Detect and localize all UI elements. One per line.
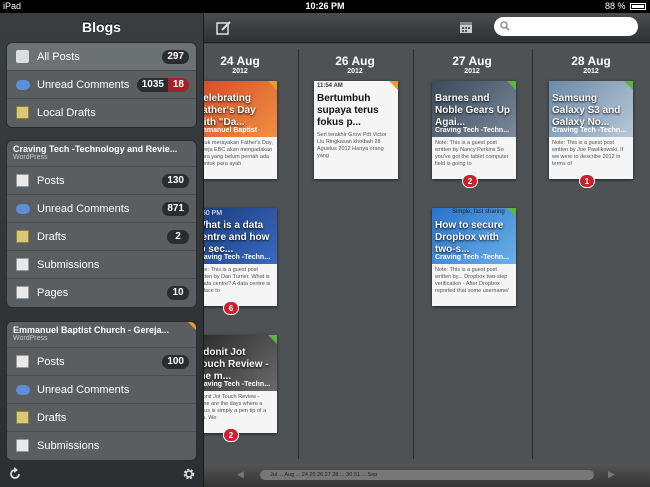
comment-badge: 1 bbox=[579, 174, 595, 188]
document-icon bbox=[16, 439, 29, 452]
sidebar-item-unread-comments[interactable]: Unread Comments 871 bbox=[7, 195, 196, 223]
blog-group-craving-tech: Craving Tech -Technology and Revie... Wo… bbox=[6, 140, 197, 308]
clock: 10:26 PM bbox=[305, 1, 345, 11]
bubble-icon bbox=[16, 80, 30, 90]
sidebar-item-pages[interactable]: Pages 10 bbox=[7, 279, 196, 307]
blog-header[interactable]: Craving Tech -Technology and Revie... Wo… bbox=[7, 141, 196, 167]
status-flag bbox=[624, 81, 633, 90]
prev-arrow-icon[interactable]: ◀ bbox=[237, 469, 244, 480]
sidebar-item-unread-comments[interactable]: Unread Comments bbox=[7, 376, 196, 404]
column-header-3: 27 Aug 2012 bbox=[452, 54, 492, 75]
refresh-icon[interactable] bbox=[8, 467, 22, 481]
timeline-scrubber[interactable]: ◀ Jul ... Aug ... 24 25 26 27 28 ... 30 … bbox=[203, 464, 650, 487]
blog-header[interactable]: Emmanuel Baptist Church - Gereja... Word… bbox=[7, 322, 196, 348]
status-flag bbox=[268, 335, 277, 344]
count-badge: 1035 bbox=[136, 78, 169, 92]
bubble-icon bbox=[16, 204, 30, 214]
next-arrow-icon[interactable]: ▶ bbox=[608, 469, 615, 480]
sidebar-item-posts[interactable]: Posts 130 bbox=[7, 167, 196, 195]
document-icon bbox=[16, 355, 29, 368]
comment-badge: 2 bbox=[462, 174, 478, 188]
battery-icon bbox=[630, 3, 646, 10]
status-bar: iPad 10:26 PM 88 % bbox=[0, 0, 650, 13]
sidebar-item-unread-comments[interactable]: Unread Comments 1035 18 bbox=[7, 71, 196, 99]
tray-icon bbox=[16, 50, 29, 63]
count-badge: 10 bbox=[167, 286, 189, 300]
post-card[interactable]: Simple, fast sharing How to secure Dropb… bbox=[432, 208, 516, 306]
column-divider bbox=[413, 49, 414, 459]
sidebar-item-posts[interactable]: Posts 100 bbox=[7, 348, 196, 376]
blogs-sidebar: Blogs All Posts 297 Unread Comments 1035… bbox=[0, 13, 204, 487]
draft-icon bbox=[16, 106, 29, 119]
gear-icon[interactable] bbox=[182, 467, 196, 481]
post-board: 24 Aug 2012 26 Aug 2012 27 Aug 2012 28 Aug 2… bbox=[193, 44, 650, 464]
column-header-1: 24 Aug 2012 bbox=[220, 54, 260, 75]
column-header-4: 28 Aug 2012 bbox=[571, 54, 611, 75]
sidebar-item-drafts[interactable]: Drafts bbox=[7, 404, 196, 432]
status-flag bbox=[507, 208, 516, 217]
sidebar-item-local-drafts[interactable]: Local Drafts bbox=[7, 99, 196, 127]
sidebar-footer bbox=[0, 463, 204, 487]
post-card[interactable]: 5:50 PM What is a data centre and how to… bbox=[193, 208, 277, 315]
timeline-bar[interactable]: Jul ... Aug ... 24 25 26 27 28 ... 30 31… bbox=[260, 470, 594, 480]
toolbar bbox=[203, 13, 650, 43]
count-badge: 871 bbox=[162, 202, 189, 216]
document-icon bbox=[16, 286, 29, 299]
post-card[interactable]: Celebrating Father's Day with "Da... Emm… bbox=[193, 81, 277, 179]
column-divider bbox=[298, 49, 299, 459]
count-badge: 2 bbox=[167, 230, 189, 244]
blog-group-emmanuel: Emmanuel Baptist Church - Gereja... Word… bbox=[6, 321, 197, 461]
compose-icon[interactable] bbox=[216, 20, 232, 36]
battery-indicator: 88 % bbox=[605, 1, 646, 11]
sidebar-item-all-posts[interactable]: All Posts 297 bbox=[7, 43, 196, 71]
top-group: All Posts 297 Unread Comments 1035 18 Lo… bbox=[6, 42, 197, 128]
count-badge: 130 bbox=[162, 174, 189, 188]
document-icon bbox=[16, 174, 29, 187]
post-card[interactable]: Barnes and Noble Gears Up Agai... Cravin… bbox=[432, 81, 516, 188]
battery-text: 88 % bbox=[604, 1, 626, 11]
post-card[interactable]: Adonit Jot Touch Review - the m... Cravi… bbox=[193, 335, 277, 442]
sidebar-title: Blogs bbox=[82, 19, 121, 35]
search-icon bbox=[500, 21, 510, 31]
count-badge: 297 bbox=[162, 50, 189, 64]
column-divider bbox=[532, 49, 533, 459]
draft-icon bbox=[16, 411, 29, 424]
status-flag bbox=[389, 81, 398, 90]
comment-badge: 2 bbox=[223, 428, 239, 442]
status-flag bbox=[507, 81, 516, 90]
sidebar-item-submissions[interactable]: Submissions bbox=[7, 251, 196, 279]
status-flag bbox=[188, 322, 196, 330]
document-icon bbox=[16, 258, 29, 271]
status-flag bbox=[268, 81, 277, 90]
post-card[interactable]: Samsung Galaxy S3 and Galaxy No... Cravi… bbox=[549, 81, 633, 188]
post-card[interactable]: 11:54 AM Bertumbuh supaya terus fokus p.… bbox=[314, 81, 398, 179]
sidebar-item-submissions[interactable]: Submissions bbox=[7, 432, 196, 460]
calendar-icon[interactable] bbox=[459, 20, 473, 34]
search-input[interactable] bbox=[494, 17, 638, 36]
bubble-icon bbox=[16, 385, 30, 395]
count-badge: 100 bbox=[162, 355, 189, 369]
comment-badge: 6 bbox=[223, 301, 239, 315]
sidebar-item-drafts[interactable]: Drafts 2 bbox=[7, 223, 196, 251]
unread-badge: 18 bbox=[167, 78, 189, 92]
column-header-2: 26 Aug 2012 bbox=[335, 54, 375, 75]
draft-icon bbox=[16, 230, 29, 243]
